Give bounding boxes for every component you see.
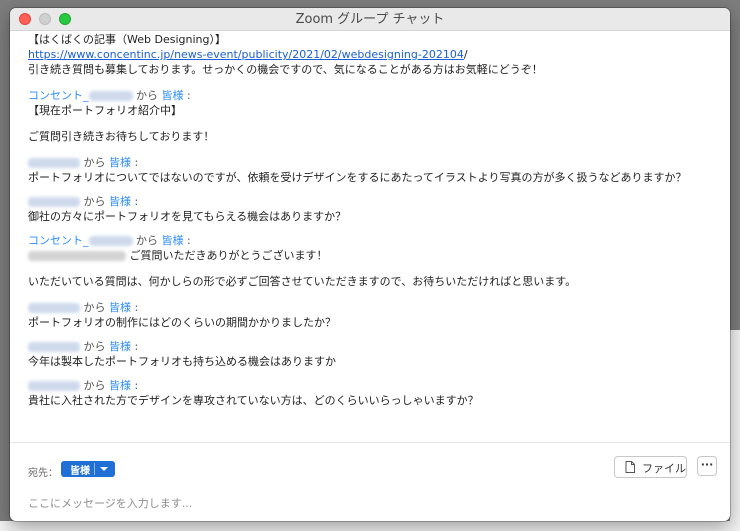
redacted-text [28, 251, 126, 261]
message-text: ご質問いただきありがとうございます！ [129, 249, 328, 262]
colon: : [187, 234, 191, 247]
window-title: Zoom グループ チャット [295, 12, 445, 27]
minimize-window-button[interactable] [39, 13, 51, 25]
ellipsis-icon: ··· [700, 458, 714, 471]
document-icon [625, 461, 635, 473]
sender-name-blurred[interactable] [28, 342, 80, 352]
from-label: から [83, 156, 106, 169]
sender-name-blurred[interactable] [28, 158, 80, 168]
colon: : [134, 379, 139, 392]
file-button-label: ファイル [642, 462, 686, 475]
message-text: 御社の方々にポートフォリオを見てもらえる機会はありますか？ [28, 210, 347, 223]
from-label: から [83, 301, 106, 314]
message-text: いただいている質問は、何かしらの形で必ずご回答させていただきますので、お待ちいた… [28, 275, 577, 288]
recipient-dropdown[interactable]: 皆様 [61, 461, 115, 477]
sender-name-blurred[interactable] [28, 197, 80, 207]
message-text: 【はくばくの記事（Web Designing）】 [28, 33, 226, 46]
from-label: から [136, 89, 158, 102]
message-link-line: https://www.concentinc.jp/news-event/pub… [28, 47, 720, 62]
recipient-name[interactable]: 皆様 [162, 89, 184, 102]
colon: : [134, 195, 139, 208]
recipient-name[interactable]: 皆様 [109, 301, 131, 314]
file-button[interactable]: ファイル [614, 456, 687, 478]
close-window-button[interactable] [19, 13, 31, 25]
sender-name-blurred[interactable] [28, 303, 80, 313]
to-label: 宛先： [28, 468, 58, 479]
sender-name-blurred[interactable] [28, 381, 80, 391]
colon: : [134, 156, 139, 169]
recipient-name[interactable]: 皆様 [109, 156, 131, 169]
message-text: ポートフォリオの制作にはどのくらいの期間かかりましたか？ [28, 316, 336, 329]
message-header: コンセント_ から 皆様 : [28, 88, 720, 103]
recipient-name[interactable]: 皆様 [109, 195, 131, 208]
colon: : [134, 340, 139, 353]
message-header: コンセント_ から 皆様 : [28, 233, 720, 248]
from-label: から [83, 340, 106, 353]
sender-name-blurred [88, 91, 133, 101]
link-suffix: / [463, 48, 468, 61]
message-input[interactable]: ここにメッセージを入力します... [28, 495, 428, 511]
recipient-name[interactable]: 皆様 [109, 379, 131, 392]
message-header: から 皆様 : [28, 300, 720, 315]
sender-name-blurred [88, 236, 133, 246]
message-header: から 皆様 : [28, 339, 720, 354]
zoom-group-chat-window: Zoom グループ チャット 【はくばくの記事（Web Designing）】 … [10, 8, 730, 521]
compose-area: 宛先： 皆様 ファイル ··· ここにメッセージを入力します... [10, 442, 730, 521]
message-header: から 皆様 : [28, 194, 720, 209]
colon: : [187, 89, 191, 102]
recipient-name[interactable]: 皆様 [162, 234, 184, 247]
recipient-name[interactable]: 皆様 [109, 340, 131, 353]
message-header: から 皆様 : [28, 378, 720, 393]
from-label: から [83, 379, 106, 392]
message-text: 【現在ポートフォリオ紹介中】 [28, 104, 182, 117]
message-header: から 皆様 : [28, 155, 720, 170]
sender-name[interactable]: コンセント_ [28, 234, 89, 247]
background-window-right [730, 330, 740, 531]
zoom-window-button[interactable] [59, 13, 71, 25]
more-options-button[interactable]: ··· [697, 456, 717, 476]
message-text: 貴社に入社された方でデザインを専攻されていない方は、どのくらいいらっしゃいますか… [28, 394, 479, 407]
message-text: 引き続き質問も募集しております。せっかくの機会ですので、気になることがある方はお… [28, 63, 543, 76]
article-link[interactable]: https://www.concentinc.jp/news-event/pub… [28, 48, 464, 61]
dropdown-separator [94, 463, 95, 475]
background-window-bottom [0, 521, 740, 531]
from-label: から [136, 234, 158, 247]
chat-message-list[interactable]: 【はくばくの記事（Web Designing）】 https://www.con… [28, 32, 720, 442]
chevron-down-icon [100, 467, 108, 471]
from-label: から [83, 195, 106, 208]
colon: : [134, 301, 139, 314]
sender-name[interactable]: コンセント_ [28, 89, 89, 102]
recipient-value: 皆様 [70, 466, 90, 477]
message-text: 今年は製本したポートフォリオも持ち込める機会はありますか [28, 355, 336, 368]
title-bar[interactable]: Zoom グループ チャット [10, 8, 730, 31]
message-text: ポートフォリオについてではないのですが、依頼を受けデザインをするにあたってイラス… [28, 171, 687, 184]
message-text: ご質問引き続きお待ちしております！ [28, 130, 215, 143]
message-text-line: ご質問いただきありがとうございます！ [28, 248, 720, 263]
